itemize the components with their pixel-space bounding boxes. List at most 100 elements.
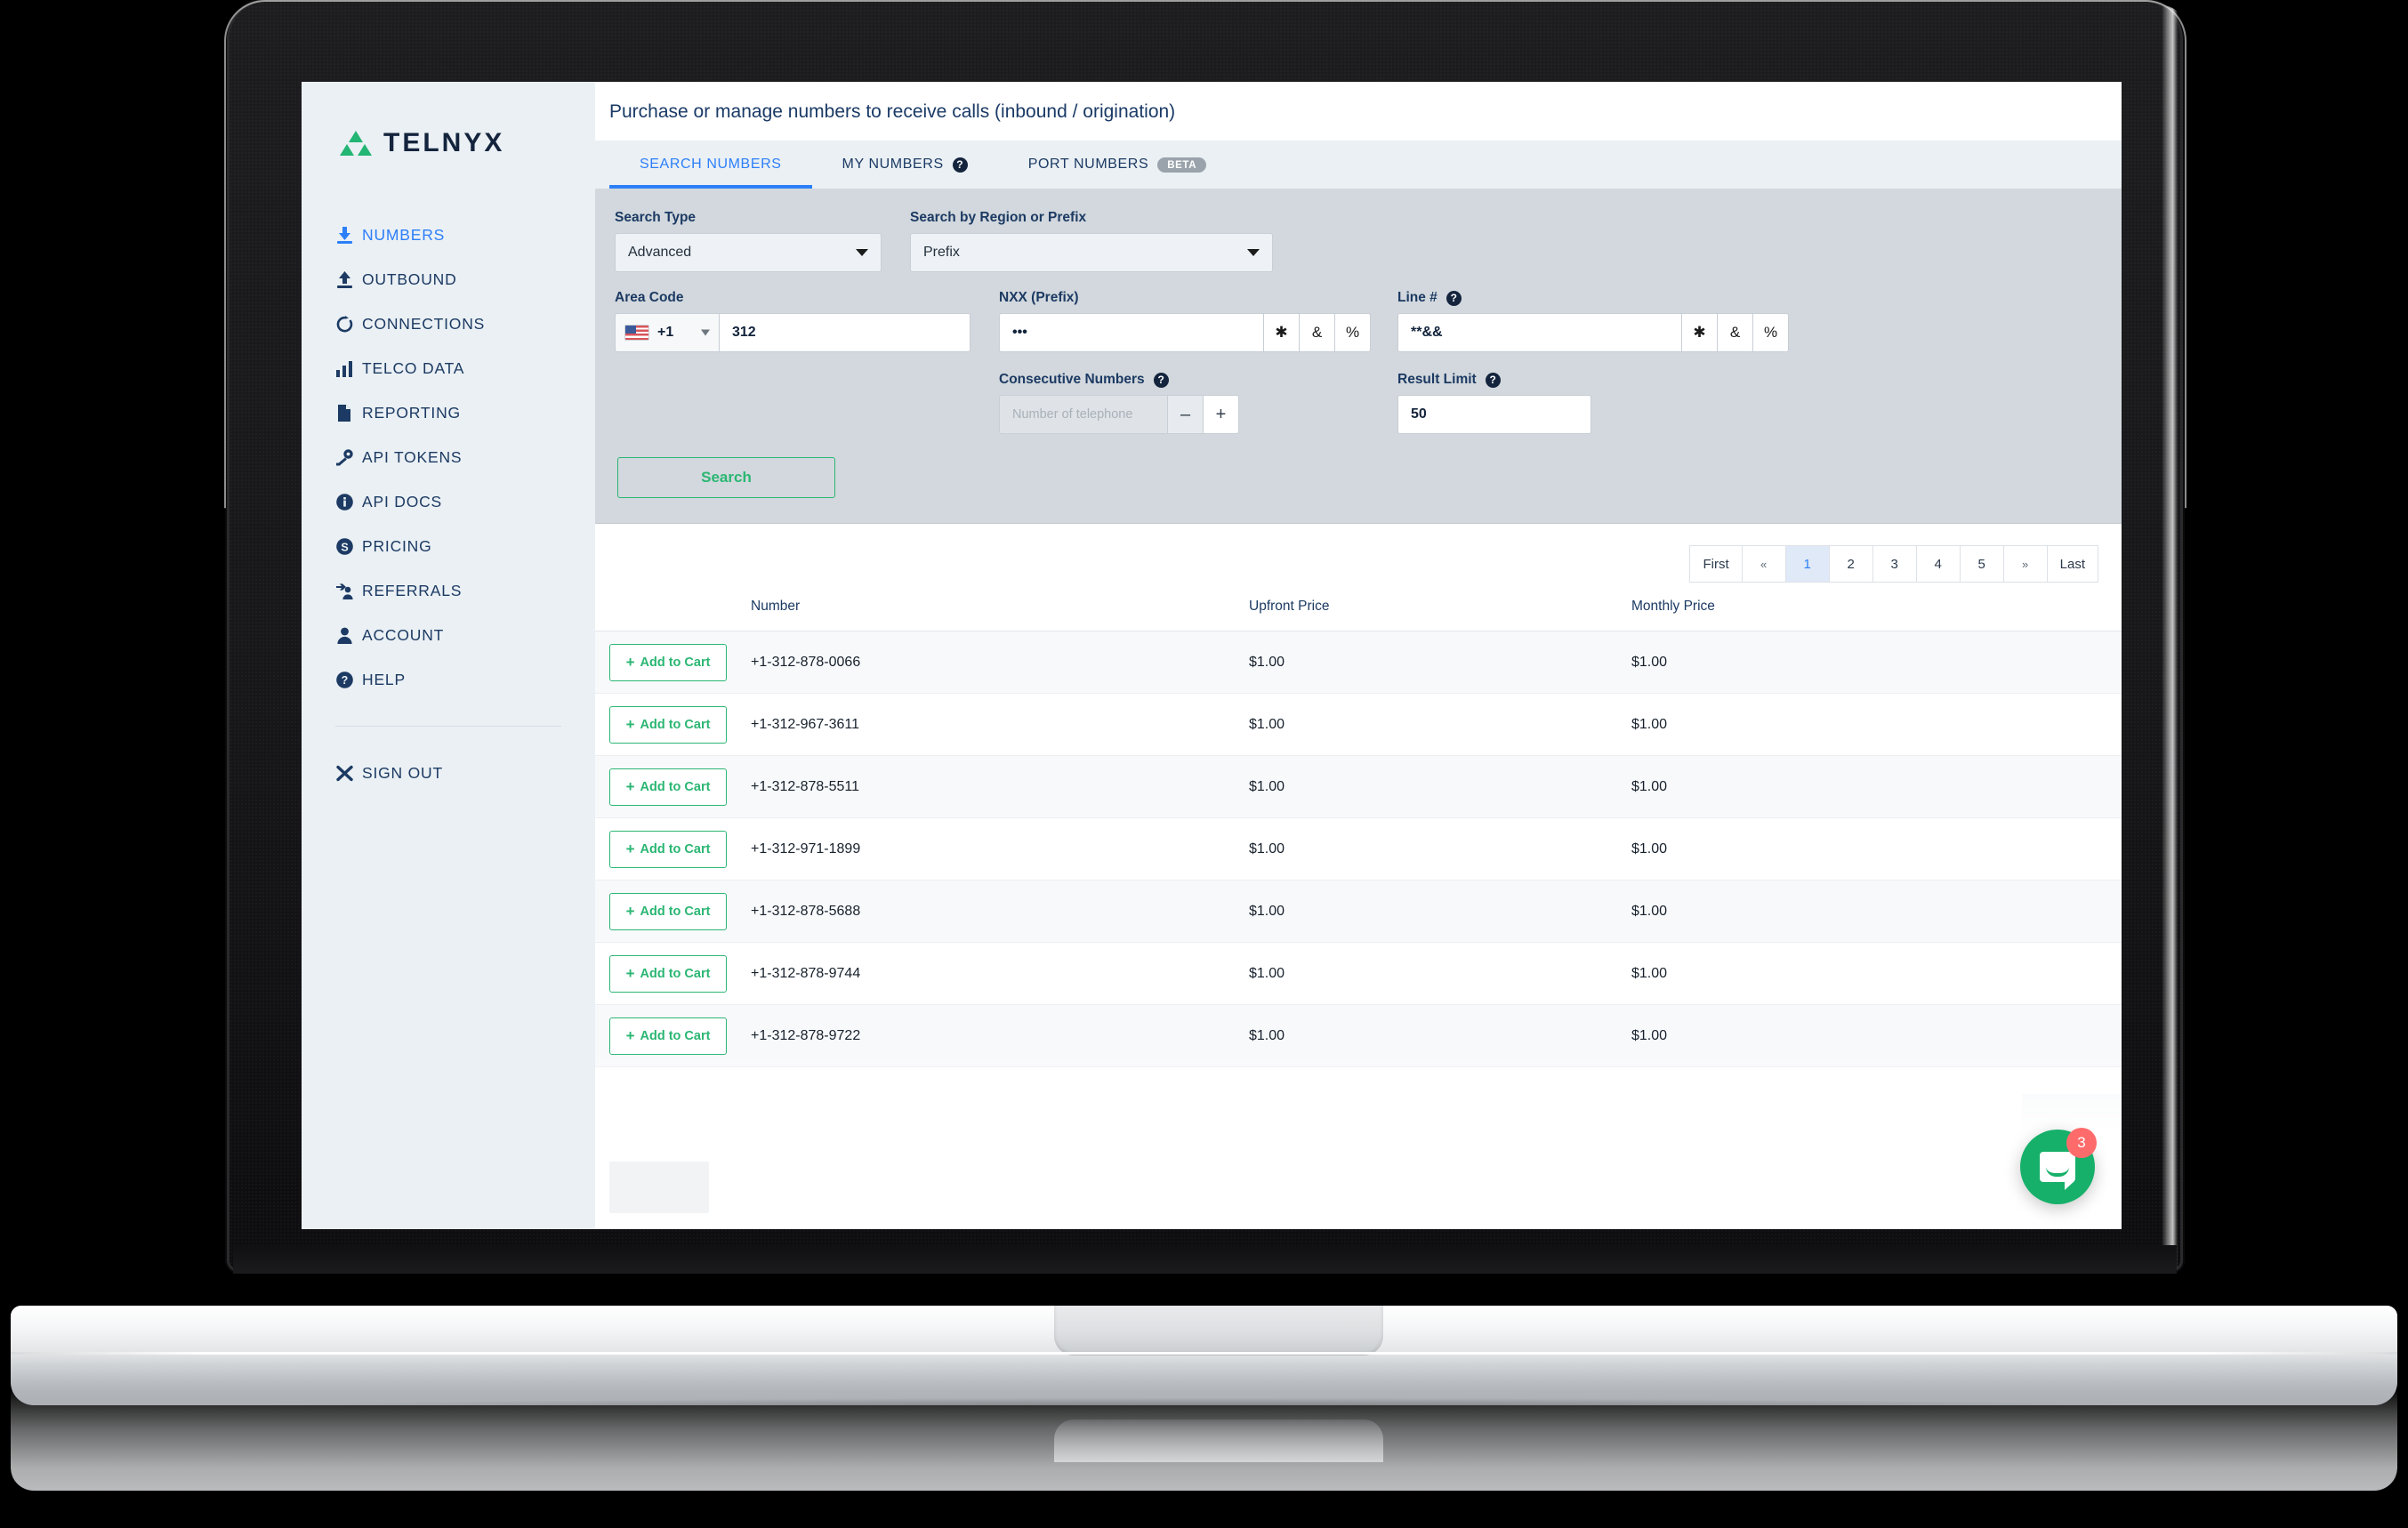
add-to-cart-button[interactable]: + Add to Cart bbox=[609, 705, 727, 744]
result-limit-label-row: Result Limit ? bbox=[1397, 372, 1789, 388]
sidebar-item-connections[interactable]: CONNECTIONS bbox=[335, 302, 595, 345]
sidebar-item-referrals[interactable]: REFERRALS bbox=[335, 569, 595, 612]
table-row: + Add to Cart +1-312-971-1899 $1.00 $1.00 bbox=[595, 817, 2122, 881]
line-number-label-row: Line # ? bbox=[1397, 290, 1789, 306]
help-icon[interactable]: ? bbox=[1446, 290, 1462, 306]
dollar-icon: S bbox=[335, 537, 362, 556]
sidebar-item-label: REPORTING bbox=[362, 403, 461, 422]
brand-logo[interactable]: TELNYX bbox=[302, 119, 595, 158]
pagination-page-2[interactable]: 2 bbox=[1828, 545, 1873, 583]
line-wildcard-ampersand-button[interactable]: & bbox=[1718, 313, 1753, 352]
sidebar-item-label: ACCOUNT bbox=[362, 625, 445, 644]
pagination-prev[interactable]: « bbox=[1741, 545, 1786, 583]
country-code-select[interactable]: +1 bbox=[615, 313, 720, 352]
placeholder-box bbox=[609, 1162, 709, 1213]
consecutive-numbers-decrement-button[interactable]: – bbox=[1168, 395, 1204, 434]
line-number-label: Line # bbox=[1397, 290, 1438, 305]
nxx-wildcard-percent-button[interactable]: % bbox=[1335, 313, 1371, 352]
results-section: First « 1 2 3 4 5 » Last Number Upfront … bbox=[595, 524, 2122, 1229]
nxx-wildcard-ampersand-button[interactable]: & bbox=[1300, 313, 1335, 352]
referral-icon bbox=[335, 582, 362, 600]
tab-port-numbers[interactable]: PORT NUMBERS BETA bbox=[998, 141, 1236, 189]
consecutive-numbers-increment-button[interactable]: + bbox=[1204, 395, 1239, 434]
result-limit-input[interactable]: 50 bbox=[1397, 395, 1591, 434]
add-to-cart-button[interactable]: + Add to Cart bbox=[609, 954, 727, 993]
help-icon[interactable]: ? bbox=[952, 157, 968, 173]
add-to-cart-button[interactable]: + Add to Cart bbox=[609, 892, 727, 930]
cell-upfront-price: $1.00 bbox=[1249, 755, 1631, 818]
plus-icon: + bbox=[625, 903, 635, 920]
nxx-value: ••• bbox=[1012, 325, 1027, 340]
sidebar-item-help[interactable]: ? HELP bbox=[335, 658, 595, 701]
us-flag-icon bbox=[624, 325, 649, 341]
tab-search-numbers[interactable]: SEARCH NUMBERS bbox=[609, 141, 812, 189]
sidebar-item-pricing[interactable]: S PRICING bbox=[335, 525, 595, 567]
cell-monthly-price: $1.00 bbox=[1631, 693, 2122, 756]
pagination-last[interactable]: Last bbox=[2046, 545, 2098, 583]
cell-number: +1-312-878-9722 bbox=[751, 1004, 1249, 1067]
cell-action: + Add to Cart bbox=[595, 880, 751, 943]
pagination-next[interactable]: » bbox=[2002, 545, 2048, 583]
chevron-down-icon bbox=[1247, 249, 1260, 256]
line-number-input[interactable]: **&& bbox=[1397, 313, 1682, 352]
info-icon bbox=[335, 493, 362, 511]
sidebar-item-account[interactable]: ACCOUNT bbox=[335, 614, 595, 656]
pagination-page-3[interactable]: 3 bbox=[1872, 545, 1917, 583]
tab-my-numbers[interactable]: MY NUMBERS ? bbox=[812, 141, 998, 189]
close-x-icon bbox=[335, 764, 362, 783]
pagination-page-1[interactable]: 1 bbox=[1784, 545, 1830, 583]
chevron-down-icon bbox=[701, 329, 710, 336]
upload-icon bbox=[335, 270, 362, 289]
pagination-page-5[interactable]: 5 bbox=[1959, 545, 2004, 583]
nxx-label: NXX (Prefix) bbox=[999, 290, 1079, 305]
nxx-input[interactable]: ••• bbox=[999, 313, 1264, 352]
column-header-upfront-price: Upfront Price bbox=[1249, 599, 1631, 631]
pagination-page-4[interactable]: 4 bbox=[1915, 545, 1961, 583]
plus-icon: + bbox=[625, 1027, 635, 1044]
search-button[interactable]: Search bbox=[617, 457, 835, 498]
search-type-select[interactable]: Advanced bbox=[615, 233, 882, 272]
results-table: Number Upfront Price Monthly Price + Add … bbox=[595, 599, 2122, 1067]
line-wildcard-asterisk-button[interactable]: ✱ bbox=[1682, 313, 1718, 352]
plus-icon: + bbox=[625, 965, 635, 982]
cell-number: +1-312-967-3611 bbox=[751, 693, 1249, 756]
add-to-cart-button[interactable]: + Add to Cart bbox=[609, 768, 727, 806]
add-to-cart-button[interactable]: + Add to Cart bbox=[609, 830, 727, 868]
key-icon bbox=[335, 448, 362, 467]
cell-upfront-price: $1.00 bbox=[1249, 631, 1631, 694]
sidebar-item-label: API TOKENS bbox=[362, 447, 463, 466]
help-icon[interactable]: ? bbox=[1485, 372, 1501, 388]
sidebar-nav: NUMBERS OUTBOUND CONNECTIONS TELCO DATA … bbox=[302, 213, 595, 794]
sidebar-item-numbers[interactable]: NUMBERS bbox=[335, 213, 595, 256]
consecutive-numbers-input[interactable]: Number of telephone bbox=[999, 395, 1168, 434]
chat-launcher-button[interactable]: 3 bbox=[2020, 1128, 2097, 1204]
nxx-wildcard-asterisk-button[interactable]: ✱ bbox=[1264, 313, 1300, 352]
sidebar-item-sign-out[interactable]: SIGN OUT bbox=[335, 752, 595, 794]
svg-text:S: S bbox=[341, 541, 348, 553]
add-to-cart-button[interactable]: + Add to Cart bbox=[609, 643, 727, 681]
sidebar-item-reporting[interactable]: REPORTING bbox=[335, 391, 595, 434]
area-code-label: Area Code bbox=[615, 290, 684, 305]
sidebar-item-telco-data[interactable]: TELCO DATA bbox=[335, 347, 595, 390]
line-wildcard-percent-button[interactable]: % bbox=[1753, 313, 1789, 352]
sidebar-item-label: NUMBERS bbox=[362, 225, 446, 244]
laptop-hinge bbox=[233, 1245, 2177, 1274]
plus-icon: + bbox=[625, 654, 635, 671]
cell-action: + Add to Cart bbox=[595, 942, 751, 1005]
area-code-input[interactable]: 312 bbox=[720, 313, 970, 352]
sidebar-item-label: REFERRALS bbox=[362, 581, 463, 599]
sidebar-item-outbound[interactable]: OUTBOUND bbox=[335, 258, 595, 301]
cell-number: +1-312-878-5511 bbox=[751, 755, 1249, 818]
table-row: + Add to Cart +1-312-878-0066 $1.00 $1.00 bbox=[595, 631, 2122, 694]
region-prefix-select[interactable]: Prefix bbox=[910, 233, 1273, 272]
cell-action: + Add to Cart bbox=[595, 817, 751, 881]
add-to-cart-button[interactable]: + Add to Cart bbox=[609, 1017, 727, 1055]
sidebar-item-api-docs[interactable]: API DOCS bbox=[335, 480, 595, 523]
help-icon[interactable]: ? bbox=[1153, 372, 1169, 388]
tab-label: SEARCH NUMBERS bbox=[640, 157, 782, 172]
user-icon bbox=[335, 626, 362, 645]
laptop-screen: TELNYX NUMBERS OUTBOUND CONNECTIONS TELC… bbox=[302, 82, 2122, 1229]
pagination-first[interactable]: First bbox=[1689, 545, 1743, 583]
sidebar-item-label: OUTBOUND bbox=[362, 269, 457, 288]
sidebar-item-api-tokens[interactable]: API TOKENS bbox=[335, 436, 595, 479]
